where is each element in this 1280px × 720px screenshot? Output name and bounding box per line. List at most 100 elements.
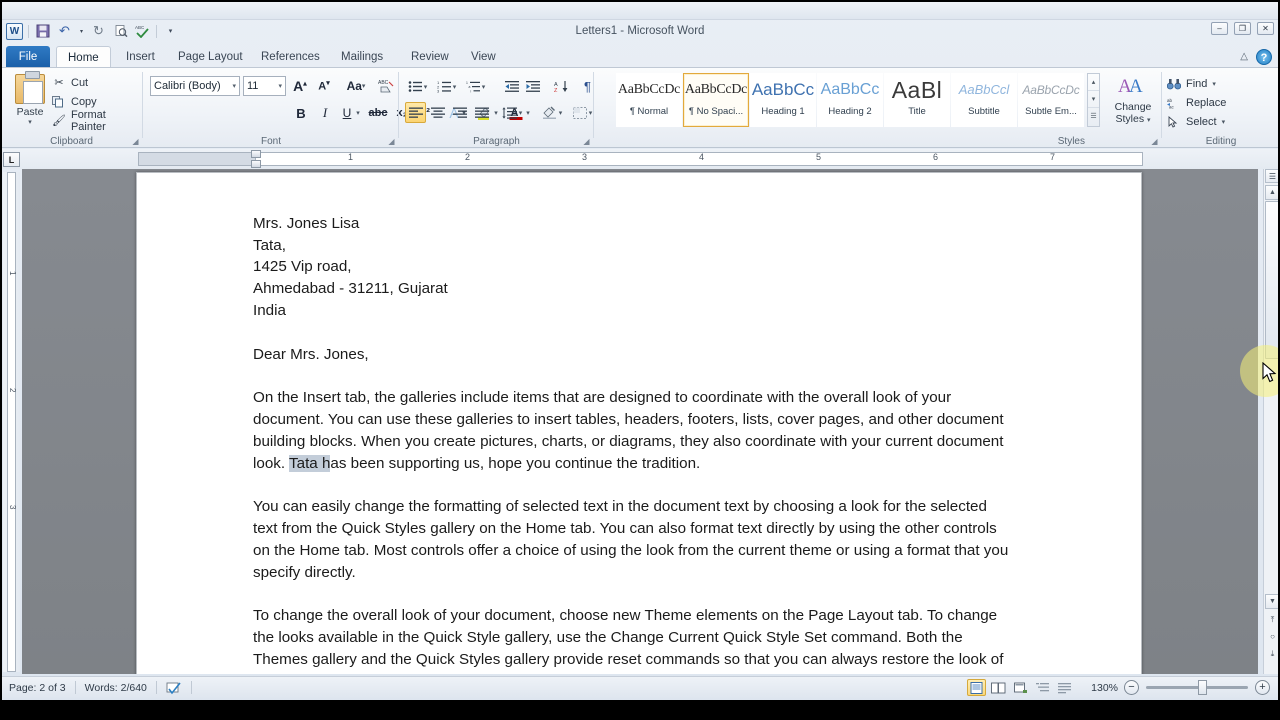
zoom-slider-thumb[interactable] [1198, 680, 1207, 695]
zoom-slider[interactable] [1139, 680, 1255, 695]
document-page[interactable]: Mrs. Jones Lisa Tata, 1425 Vip road, Ahm… [136, 172, 1142, 674]
bold-button[interactable]: B [290, 102, 312, 124]
change-case-arrow[interactable]: ▾ [362, 82, 366, 90]
address-line: Tata, [253, 236, 286, 254]
tab-insert[interactable]: Insert [115, 46, 166, 68]
change-styles-label-1: Change [1114, 101, 1152, 113]
horizontal-ruler[interactable]: 1 2 3 4 5 6 7 [0, 149, 1280, 169]
print-layout-view-button[interactable] [967, 679, 987, 696]
style-heading-2[interactable]: AaBbCc Heading 2 [817, 73, 883, 127]
styles-dialog-launcher[interactable]: ◢ [1150, 137, 1159, 146]
page-indicator[interactable]: Page: 2 of 3 [0, 682, 75, 694]
vertical-ruler[interactable]: 1 2 3 [3, 172, 20, 672]
change-styles-icon: A A [1104, 73, 1162, 99]
paste-button[interactable]: Paste ▾ [8, 71, 52, 130]
change-case-button[interactable]: Aa ▾ [341, 75, 371, 97]
group-label-clipboard: Clipboard [50, 136, 93, 147]
body-paragraph-3[interactable]: To change the overall look of your docum… [253, 605, 1013, 674]
draft-view-button[interactable] [1055, 679, 1074, 696]
outline-view-button[interactable] [1033, 679, 1052, 696]
web-layout-view-button[interactable] [1011, 679, 1030, 696]
style-heading-1[interactable]: AaBbCс Heading 1 [750, 73, 816, 127]
cut-button[interactable]: ✂ Cut [52, 74, 88, 91]
numbering-dropdown[interactable]: ▾ [450, 76, 459, 97]
shrink-font-button[interactable]: A▾ [313, 75, 335, 97]
zoom-level-label[interactable]: 130% [1082, 682, 1124, 694]
change-styles-button[interactable]: A A Change Styles ▾ ◢ [1104, 68, 1162, 148]
body-paragraph-1[interactable]: On the Insert tab, the galleries include… [253, 387, 1013, 474]
strikethrough-button[interactable]: abc [367, 102, 389, 124]
zoom-out-button[interactable]: − [1124, 680, 1139, 695]
align-left-button[interactable] [405, 102, 426, 123]
decrease-indent-button[interactable] [502, 76, 523, 97]
selected-text[interactable]: Tata h [289, 454, 331, 472]
format-painter-button[interactable]: 🖌 Format Painter [52, 109, 143, 133]
styles-scroll-up-button[interactable]: ▴ [1088, 74, 1099, 91]
word-count-indicator[interactable]: Words: 2/640 [76, 682, 156, 694]
align-center-button[interactable] [427, 102, 448, 123]
paragraph-dialog-launcher[interactable]: ◢ [582, 137, 591, 146]
style-name: Subtitle [968, 106, 1000, 117]
style-normal[interactable]: AaBbCcDc ¶ Normal [616, 73, 682, 127]
document-canvas[interactable]: Mrs. Jones Lisa Tata, 1425 Vip road, Ahm… [22, 169, 1258, 674]
styles-gallery-scroll[interactable]: ▴ ▾ ☰ [1087, 73, 1100, 127]
full-screen-reading-view-button[interactable] [989, 679, 1008, 696]
body-paragraph-2[interactable]: You can easily change the formatting of … [253, 496, 1013, 583]
svg-text:ab: ab [1167, 98, 1173, 103]
tab-mailings[interactable]: Mailings [330, 46, 394, 68]
multilevel-dropdown[interactable]: ▾ [479, 76, 488, 97]
tab-view[interactable]: View [460, 46, 507, 68]
font-size-dropdown-icon[interactable]: ▾ [275, 82, 282, 90]
font-size-input[interactable]: 11 ▾ [243, 76, 286, 96]
tab-stop-selector[interactable]: L [3, 152, 20, 167]
paste-dropdown-arrow[interactable]: ▾ [8, 118, 52, 126]
first-line-indent-marker[interactable] [251, 150, 261, 158]
styles-scroll-down-button[interactable]: ▾ [1088, 91, 1099, 108]
tab-page-layout[interactable]: Page Layout [167, 46, 254, 68]
sort-button[interactable]: A Z [551, 76, 572, 97]
style-subtle-emphasis[interactable]: AaBbCcDc Subtle Em... [1018, 73, 1084, 127]
copy-button[interactable]: Copy [52, 93, 97, 110]
show-formatting-marks-button[interactable]: ¶ [577, 76, 598, 97]
find-arrow-icon[interactable]: ▾ [1212, 80, 1216, 88]
group-editing: Find ▾ ab ac Replace Select ▾ Editing [1162, 68, 1280, 148]
underline-dropdown[interactable]: ▾ [353, 102, 363, 124]
select-arrow-icon[interactable]: ▾ [1222, 118, 1226, 126]
italic-button[interactable]: I [314, 102, 336, 124]
font-name-input[interactable]: Calibri (Body) ▾ [150, 76, 240, 96]
ribbon-tab-bar[interactable]: File Home Insert Page Layout References … [0, 46, 1280, 68]
line-spacing-dropdown[interactable]: ▾ [516, 102, 525, 123]
style-title[interactable]: AaBl Title [884, 73, 950, 127]
address-line: 1425 Vip road, [253, 258, 352, 276]
minimize-ribbon-icon[interactable]: △ [1240, 51, 1248, 62]
justify-button[interactable] [471, 102, 492, 123]
font-name-dropdown-icon[interactable]: ▾ [229, 82, 236, 90]
increase-indent-button[interactable] [523, 76, 544, 97]
font-dialog-launcher[interactable]: ◢ [387, 137, 396, 146]
hanging-indent-marker[interactable] [251, 160, 261, 168]
tab-references[interactable]: References [250, 46, 331, 68]
zoom-in-button[interactable]: + [1255, 680, 1270, 695]
style-subtitle[interactable]: AaBbCcl Subtitle [951, 73, 1017, 127]
align-right-button[interactable] [449, 102, 470, 123]
style-no-spacing[interactable]: AaBbCcDc ¶ No Spaci... [683, 73, 749, 127]
tab-home[interactable]: Home [56, 46, 111, 68]
help-icon[interactable]: ? [1256, 49, 1272, 65]
document-text-body[interactable]: Mrs. Jones Lisa Tata, 1425 Vip road, Ahm… [253, 191, 1013, 674]
salutation: Dear Mrs. Jones, [253, 345, 369, 363]
view-buttons[interactable] [967, 679, 1082, 696]
clipboard-dialog-launcher[interactable]: ◢ [131, 137, 140, 146]
tab-file[interactable]: File [6, 46, 50, 68]
style-name: Title [908, 106, 926, 117]
grow-font-button[interactable]: A▴ [289, 75, 311, 97]
select-button[interactable]: Select ▾ [1167, 113, 1225, 130]
change-styles-arrow-icon[interactable]: ▾ [1147, 117, 1151, 124]
find-button[interactable]: Find ▾ [1167, 75, 1216, 92]
clear-formatting-button[interactable]: ABC [375, 75, 397, 97]
shading-dropdown[interactable]: ▾ [556, 102, 565, 123]
proofing-errors-icon[interactable] [157, 681, 191, 695]
scissors-icon: ✂ [54, 77, 64, 89]
tab-review[interactable]: Review [400, 46, 460, 68]
replace-button[interactable]: ab ac Replace [1167, 94, 1226, 111]
bullets-dropdown[interactable]: ▾ [421, 76, 430, 97]
